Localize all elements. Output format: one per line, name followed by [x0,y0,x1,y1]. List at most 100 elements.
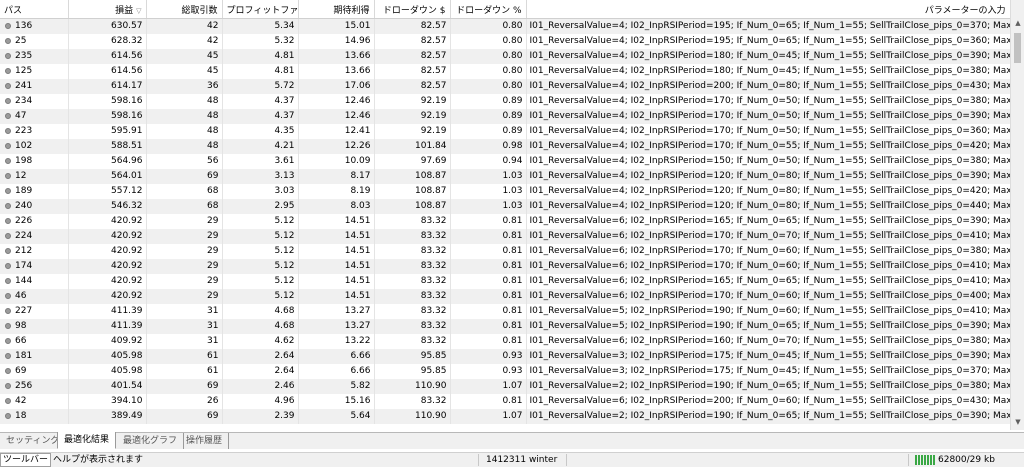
drawdown-dollar-cell: 83.32 [374,214,451,229]
pass-number: 66 [15,336,27,346]
table-row[interactable]: 256 401.54 69 2.46 5.82 110.90 1.07 I01_Reversa… [0,379,1010,394]
profit-factor-cell: 5.12 [222,259,299,274]
scrollbar-thumb[interactable] [1014,33,1021,63]
profit-factor-cell: 5.12 [222,214,299,229]
table-row[interactable]: 47 598.16 48 4.37 12.46 92.19 0.89 I01_Reversal… [0,109,1010,124]
pass-cell: 189 [0,184,69,199]
drawdown-dollar-cell: 83.32 [374,259,451,274]
profit-cell: 420.92 [68,229,147,244]
pass-number: 189 [15,186,33,196]
vertical-scrollbar[interactable]: ▲ ▼ [1010,0,1024,430]
column-header-drawdown-dollar[interactable]: ドローダウン $ [374,0,451,19]
scroll-down-icon[interactable]: ▼ [1011,418,1024,426]
tab-journal[interactable]: 操作履歴 [180,433,230,449]
table-row[interactable]: 46 420.92 29 5.12 14.51 83.32 0.81 I01_Reversal… [0,289,1010,304]
profit-cell: 564.96 [68,154,147,169]
tab-optimization-graph[interactable]: 最適化グラフ [117,433,185,449]
pass-cell: 234 [0,94,69,109]
pass-status-icon [5,82,11,89]
table-row[interactable]: 102 588.51 48 4.21 12.26 101.84 0.98 I01_Revers… [0,139,1010,154]
profit-cell: 614.56 [68,64,147,79]
parameters-cell: I01_ReversalValue=6; I02_InpRSIPeriod=16… [526,274,1010,289]
profit-cell: 389.49 [68,409,147,424]
pass-status-icon [5,202,11,209]
drawdown-percent-cell: 0.81 [450,274,527,289]
drawdown-dollar-cell: 110.90 [374,379,451,394]
profit-factor-cell: 3.61 [222,154,299,169]
table-row[interactable]: 189 557.12 68 3.03 8.19 108.87 1.03 I01_Reversa… [0,184,1010,199]
table-row[interactable]: 234 598.16 48 4.37 12.46 92.19 0.89 I01_Reversa… [0,94,1010,109]
drawdown-dollar-cell: 108.87 [374,199,451,214]
table-row[interactable]: 198 564.96 56 3.61 10.09 97.69 0.94 I01_Reversa… [0,154,1010,169]
drawdown-percent-cell: 0.81 [450,229,527,244]
parameters-cell: I01_ReversalValue=3; I02_InpRSIPeriod=17… [526,364,1010,379]
table-row[interactable]: 224 420.92 29 5.12 14.51 83.32 0.81 I01_Reversa… [0,229,1010,244]
pass-number: 136 [15,21,33,31]
table-row[interactable]: 125 614.56 45 4.81 13.66 82.57 0.80 I01_Reversa… [0,64,1010,79]
drawdown-dollar-cell: 108.87 [374,169,451,184]
drawdown-dollar-cell: 97.69 [374,154,451,169]
total-trades-cell: 26 [146,394,223,409]
pass-cell: 235 [0,49,69,64]
table-row[interactable]: 226 420.92 29 5.12 14.51 83.32 0.81 I01_Reversa… [0,214,1010,229]
column-header-profit[interactable]: 損益 ▽ [68,0,147,19]
table-row[interactable]: 174 420.92 29 5.12 14.51 83.32 0.81 I01_Reversa… [0,259,1010,274]
table-row[interactable]: 241 614.17 36 5.72 17.06 82.57 0.80 I01_Reversa… [0,79,1010,94]
parameters-cell: I01_ReversalValue=4; I02_InpRSIPeriod=17… [526,124,1010,139]
terminal-tab-bar: セッティング 最適化結果 最適化グラフ 操作履歴 [0,432,1024,449]
pass-status-icon [5,142,11,149]
table-row[interactable]: 136 630.57 42 5.34 15.01 82.57 0.80 I01_Reversa… [0,18,1010,34]
column-header-pass[interactable]: パス [0,0,69,19]
profit-cell: 405.98 [68,364,147,379]
profit-cell: 409.92 [68,334,147,349]
memory-text: 62800/29 kb [938,455,995,465]
pass-status-icon [5,367,11,374]
pass-cell: 256 [0,379,69,394]
expected-payoff-cell: 12.41 [298,124,375,139]
column-header-input-parameters[interactable]: パラメーターの入力 [526,0,1010,19]
table-row[interactable]: 98 411.39 31 4.68 13.27 83.32 0.81 I01_Reversal… [0,319,1010,334]
table-header-row: パス 損益▽ 総取引数 プロフィットファクタ 期待利得 ドローダウン $ ドロー… [0,0,1010,19]
profit-cell: 614.17 [68,79,147,94]
pass-status-icon [5,352,11,359]
table-row[interactable]: 223 595.91 48 4.35 12.41 92.19 0.89 I01_Reversa… [0,124,1010,139]
expected-payoff-cell: 15.16 [298,394,375,409]
pass-status-icon [5,322,11,329]
table-row[interactable]: 181 405.98 61 2.64 6.66 95.85 0.93 I01_Reversal… [0,349,1010,364]
scroll-up-icon[interactable]: ▲ [1011,19,1024,27]
pass-cell: 212 [0,244,69,259]
table-row[interactable]: 42 394.10 26 4.96 15.16 83.32 0.81 I01_Reversal… [0,394,1010,409]
pass-status-icon [5,397,11,404]
profit-cell: 420.92 [68,259,147,274]
profit-factor-cell: 2.46 [222,379,299,394]
table-row[interactable]: 66 409.92 31 4.62 13.22 83.32 0.81 I01_Reversal… [0,334,1010,349]
table-row[interactable]: 18 389.49 69 2.39 5.64 110.90 1.07 I01_Reversal… [0,409,1010,424]
total-trades-cell: 48 [146,109,223,124]
total-trades-cell: 29 [146,274,223,289]
connection-status: 62800/29 kb [915,453,995,467]
table-row[interactable]: 212 420.92 29 5.12 14.51 83.32 0.81 I01_Reversa… [0,244,1010,259]
column-header-profit-factor[interactable]: プロフィットファクタ [222,0,299,19]
drawdown-percent-cell: 0.94 [450,154,527,169]
column-header-drawdown-percent[interactable]: ドローダウン % [450,0,527,19]
pass-cell: 223 [0,124,69,139]
table-row[interactable]: 12 564.01 69 3.13 8.17 108.87 1.03 I01_Reversal… [0,169,1010,184]
column-header-total-trades[interactable]: 総取引数 [146,0,223,19]
profit-cell: 420.92 [68,244,147,259]
expected-payoff-cell: 12.46 [298,109,375,124]
table-row[interactable]: 227 411.39 31 4.68 13.27 83.32 0.81 I01_Reversa… [0,304,1010,319]
drawdown-percent-cell: 0.93 [450,349,527,364]
tab-optimization-results[interactable]: 最適化結果 [57,432,117,449]
table-row[interactable]: 25 628.32 42 5.32 14.96 82.57 0.80 I01_Reversal… [0,34,1010,49]
table-row[interactable]: 144 420.92 29 5.12 14.51 83.32 0.81 I01_Reversa… [0,274,1010,289]
column-header-expected-payoff[interactable]: 期待利得 [298,0,375,19]
profit-factor-cell: 4.68 [222,304,299,319]
pass-status-icon [5,52,11,59]
table-row[interactable]: 69 405.98 61 2.64 6.66 95.85 0.93 I01_ReversalV… [0,364,1010,379]
table-row[interactable]: 240 546.32 68 2.95 8.03 108.87 1.03 I01_Reversa… [0,199,1010,214]
drawdown-percent-cell: 0.81 [450,334,527,349]
expected-payoff-cell: 8.17 [298,169,375,184]
table-row[interactable]: 235 614.56 45 4.81 13.66 82.57 0.80 I01_Reversa… [0,49,1010,64]
total-trades-cell: 42 [146,34,223,49]
profit-factor-cell: 4.35 [222,124,299,139]
